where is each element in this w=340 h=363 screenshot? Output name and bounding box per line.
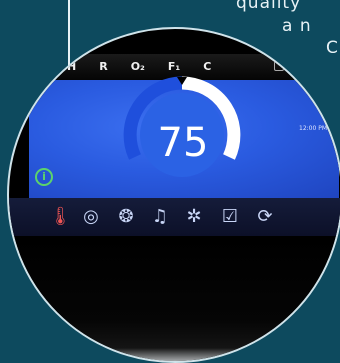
mode-h[interactable]: H <box>67 60 76 73</box>
clock: 12:00 PM <box>299 125 327 132</box>
thermometer-icon[interactable]: 🌡 <box>49 206 72 228</box>
temperature-value: 75 <box>157 120 209 166</box>
mode-r[interactable]: R <box>99 60 107 73</box>
jets-icon[interactable]: ◎ <box>80 206 102 228</box>
pump-icon[interactable]: ❂ <box>115 206 137 228</box>
mode-f1[interactable]: F₁ <box>168 60 180 73</box>
background-text-line-2: a n <box>282 16 312 36</box>
sync-icon[interactable]: ⟳ <box>254 206 276 228</box>
lock-icon <box>274 60 284 71</box>
mode-letters: H R O₂ F₁ C <box>67 60 211 73</box>
mode-o2[interactable]: O₂ <box>131 60 145 73</box>
background-text-line-1: quality <box>236 0 302 13</box>
music-icon[interactable]: ♫ <box>149 206 171 228</box>
control-icon-bar: 🌡 ◎ ❂ ♫ ✲ ☑ ⟳ <box>9 198 340 236</box>
checklist-icon[interactable]: ☑ <box>219 206 241 228</box>
light-icon[interactable]: ✲ <box>183 206 205 228</box>
magnifier-lens: H R O₂ F₁ C 12:00 PM 75 i 🌡 ◎ ❂ ♫ ✲ ☑ ⟳ <box>7 27 340 363</box>
mode-c[interactable]: C <box>203 60 211 73</box>
info-button[interactable]: i <box>35 168 53 186</box>
page: { "background": { "text_lines": ["qualit… <box>0 0 340 363</box>
